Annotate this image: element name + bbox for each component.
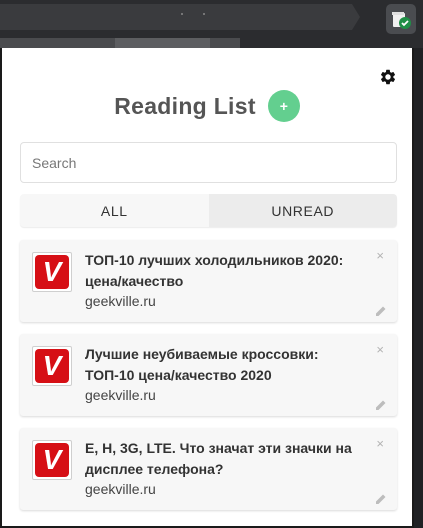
address-bar-dot: [181, 13, 183, 15]
search-input[interactable]: [20, 142, 397, 183]
tab-all[interactable]: ALL: [20, 194, 209, 227]
reading-list-item[interactable]: V Лучшие неубиваемые кроссовки: ТОП-10 ц…: [20, 334, 397, 416]
close-icon[interactable]: ×: [376, 437, 384, 450]
reading-list-check-icon: [392, 12, 411, 29]
tab-strip: [0, 38, 240, 48]
item-domain: geekville.ru: [85, 387, 156, 403]
gear-icon: [380, 69, 396, 85]
reading-list-item[interactable]: V E, H, 3G, LTE. Что значат эти значки н…: [20, 428, 397, 510]
item-title: Лучшие неубиваемые кроссовки: ТОП-10 цен…: [85, 346, 319, 383]
add-page-button[interactable]: +: [267, 90, 300, 122]
browser-toolbar: [0, 0, 423, 48]
pencil-icon[interactable]: [375, 398, 387, 410]
site-favicon: V: [32, 252, 72, 292]
reading-list-item[interactable]: V ТОП-10 лучших холодильников 2020: цена…: [20, 240, 397, 322]
item-domain: geekville.ru: [85, 481, 156, 497]
header: Reading List +: [2, 88, 412, 124]
page-title: Reading List: [114, 92, 256, 119]
item-domain: geekville.ru: [85, 293, 156, 309]
address-bar[interactable]: [0, 4, 360, 30]
close-icon[interactable]: ×: [376, 249, 384, 262]
favicon-letter: V: [35, 255, 69, 289]
favicon-letter: V: [35, 443, 69, 477]
pencil-icon[interactable]: [375, 304, 387, 316]
plus-icon: +: [279, 98, 288, 114]
favicon-letter: V: [35, 349, 69, 383]
tab-unread[interactable]: UNREAD: [208, 194, 397, 227]
reading-list-extension-button[interactable]: [386, 4, 416, 34]
address-bar-dot: [203, 13, 205, 15]
reading-list-popup: Reading List + ALL UNREAD V ТОП-10 лучши…: [0, 48, 414, 528]
close-icon[interactable]: ×: [376, 343, 384, 356]
site-favicon: V: [32, 440, 72, 480]
tab-strip-segment: [115, 38, 210, 48]
site-favicon: V: [32, 346, 72, 386]
item-title: E, H, 3G, LTE. Что значат эти значки на …: [85, 440, 352, 477]
settings-button[interactable]: [379, 68, 397, 86]
filter-tabs: ALL UNREAD: [20, 194, 397, 227]
pencil-icon[interactable]: [375, 492, 387, 504]
popup-content: Reading List + ALL UNREAD V ТОП-10 лучши…: [2, 48, 412, 526]
item-title: ТОП-10 лучших холодильников 2020: цена/к…: [85, 252, 344, 289]
